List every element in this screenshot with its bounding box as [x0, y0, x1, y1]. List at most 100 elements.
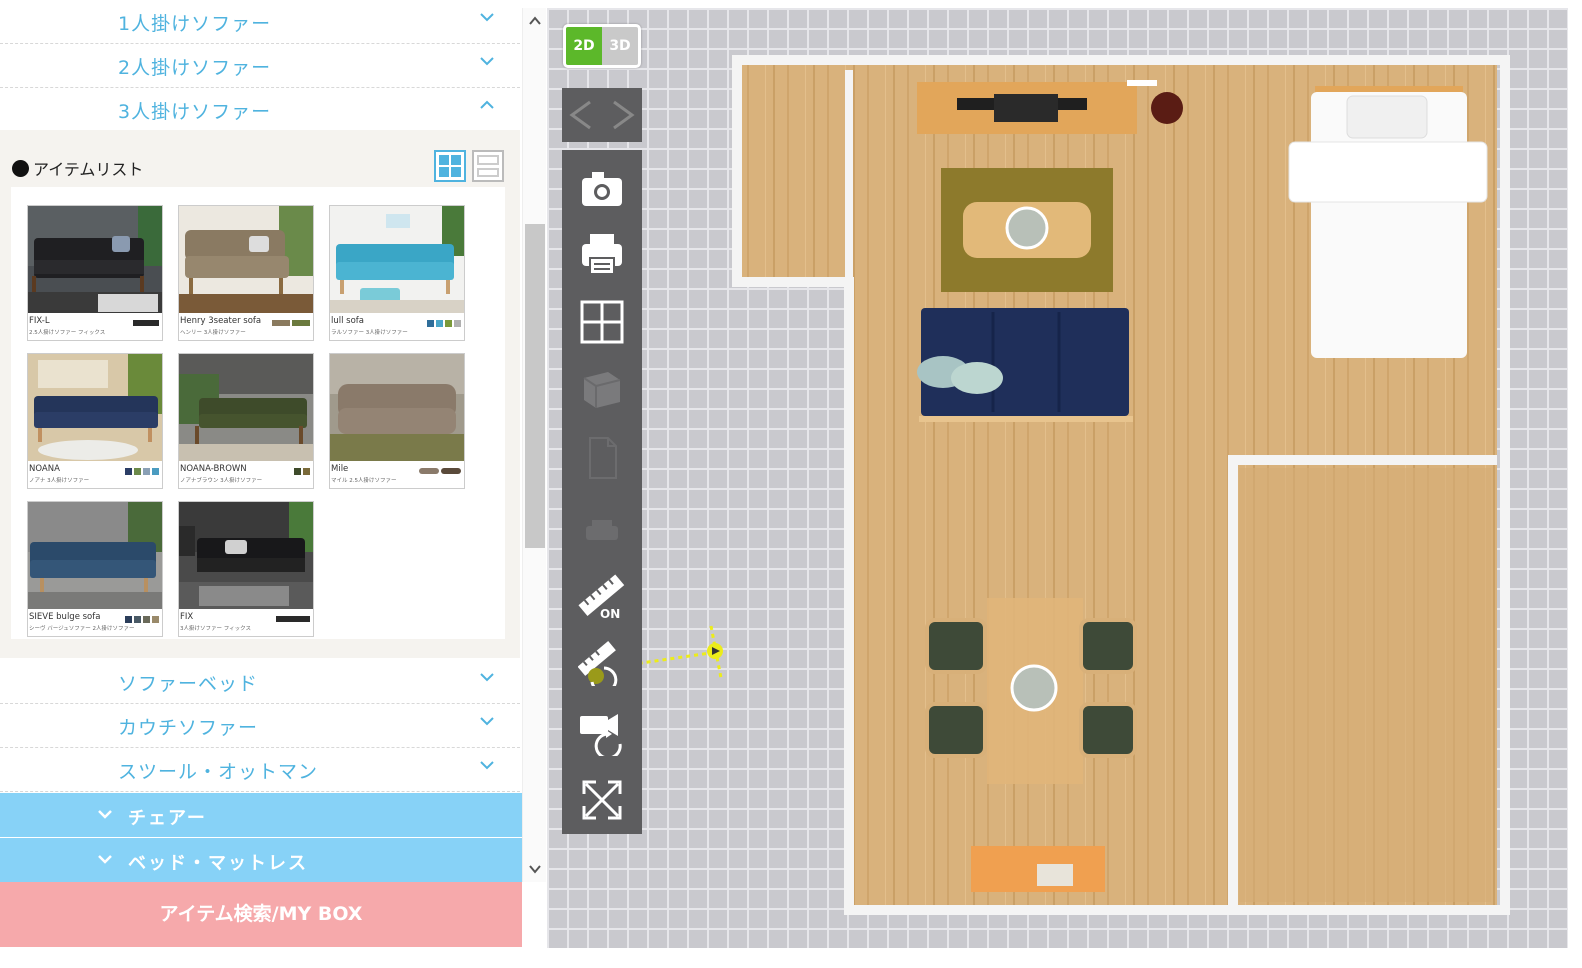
category-2-seater-sofa[interactable]: 2人掛けソファー [0, 44, 520, 88]
item-name: Henry 3seater sofa [180, 316, 262, 326]
2d-view-button[interactable]: 2D [566, 27, 602, 65]
item-subtitle: マイル 2.5人掛けソファー [331, 478, 397, 484]
color-swatches [133, 320, 159, 326]
color-swatches [294, 468, 310, 475]
panel-scrollbar[interactable] [522, 8, 546, 882]
item-name: NOANA-BROWN [180, 464, 247, 474]
view-mode-toggle: 2D 3D [563, 24, 641, 68]
chevron-down-icon [96, 850, 114, 868]
floor-plan [606, 55, 1510, 915]
document-icon [589, 437, 617, 479]
fullscreen-icon [582, 780, 622, 820]
document-button[interactable] [562, 424, 642, 490]
section-bed-mattress[interactable]: ベッド・マットレス [0, 838, 522, 882]
color-swatches [427, 320, 461, 327]
round-stool [1151, 92, 1183, 124]
item-subtitle: シーヴ バージュソファー 2人掛けソファー [29, 626, 135, 632]
dining-chair [925, 618, 987, 674]
item-photo [179, 354, 313, 461]
floor-plan-canvas[interactable] [547, 8, 1568, 948]
item-card[interactable]: NOANA-BROWN ノアナブラウン 3人掛けソファー [178, 353, 314, 489]
item-subtitle: ラルソファー 3人掛けソファー [331, 330, 408, 336]
item-photo [28, 354, 162, 461]
category-sofa-bed[interactable]: ソファーベッド [0, 660, 520, 704]
item-subtitle: ノアナ 3人掛けソファー [29, 478, 90, 484]
item-card[interactable]: Mile マイル 2.5人掛けソファー [329, 353, 465, 489]
print-disabled-button[interactable] [562, 492, 642, 558]
item-list-section: アイテムリスト FIX-L 2.5人掛けソファー フィックス Henry 3se… [0, 130, 520, 658]
print-icon [582, 234, 622, 275]
item-name: FIX [180, 612, 194, 622]
category-label: スツール・オットマン [118, 761, 319, 783]
grid-view-button[interactable] [434, 150, 466, 182]
item-photo [179, 206, 313, 313]
dining-chair [1079, 702, 1137, 758]
chevron-down-icon [478, 8, 496, 26]
item-card[interactable]: lull sofa ラルソファー 3人掛けソファー [329, 205, 465, 341]
ruler-rotate-button[interactable] [562, 628, 642, 694]
tool-palette: ON [562, 150, 642, 834]
item-list-title: アイテムリスト [33, 160, 144, 179]
category-label: カウチソファー [118, 717, 259, 739]
section-chair[interactable]: チェアー [0, 793, 522, 837]
item-name: lull sofa [331, 316, 365, 326]
item-card[interactable]: SIEVE bulge sofa シーヴ バージュソファー 2人掛けソファー [27, 501, 163, 637]
layout-grid-icon [580, 300, 624, 344]
bullet-icon [12, 159, 29, 177]
screenshot-button[interactable] [562, 154, 642, 220]
chevron-down-icon [96, 805, 114, 823]
item-grid: FIX-L 2.5人掛けソファー フィックス Henry 3seater sof… [11, 187, 505, 639]
section-label: ベッド・マットレス [128, 853, 308, 874]
camera-rotate-icon [580, 714, 622, 756]
3d-room-button[interactable] [562, 356, 642, 422]
category-label: 1人掛けソファー [118, 13, 272, 35]
layout-button[interactable] [562, 288, 642, 354]
dining-chair [925, 702, 987, 758]
category-couch-sofa[interactable]: カウチソファー [0, 704, 520, 748]
print-disabled-icon [586, 520, 618, 540]
category-label: 2人掛けソファー [118, 57, 272, 79]
chevron-up-icon [478, 96, 496, 114]
item-name: FIX-L [29, 316, 50, 326]
room-2-floor [1239, 468, 1491, 902]
item-card[interactable]: FIX-L 2.5人掛けソファー フィックス [27, 205, 163, 341]
scroll-down-icon[interactable] [527, 862, 543, 876]
item-photo [28, 502, 162, 609]
item-list-header: アイテムリスト [12, 156, 143, 180]
category-label: 3人掛けソファー [118, 101, 272, 123]
scroll-thumb[interactable] [525, 224, 545, 548]
toolbar-collapse-button[interactable] [562, 88, 642, 142]
item-subtitle: 3人掛けソファー フィックス [180, 626, 251, 632]
ruler-on-icon: ON [578, 574, 625, 620]
svg-text:ON: ON [600, 607, 620, 620]
scroll-up-icon[interactable] [527, 14, 543, 28]
item-subtitle: ヘンリー 3人掛けソファー [180, 330, 246, 336]
print-button[interactable] [562, 220, 642, 286]
ruler-toggle-button[interactable]: ON [562, 562, 642, 628]
category-1-seater-sofa[interactable]: 1人掛けソファー [0, 0, 520, 44]
color-swatches [276, 616, 310, 622]
3d-view-button[interactable]: 3D [602, 27, 638, 65]
item-photo [330, 354, 464, 461]
ruler-rotate-icon [578, 641, 618, 686]
item-photo [179, 502, 313, 609]
item-photo [28, 206, 162, 313]
item-card[interactable]: NOANA ノアナ 3人掛けソファー [27, 353, 163, 489]
dining-chair [1079, 618, 1137, 674]
chevron-down-icon [478, 52, 496, 70]
item-card[interactable]: FIX 3人掛けソファー フィックス [178, 501, 314, 637]
camera-rotate-button[interactable] [562, 698, 642, 764]
item-search-mybox-button[interactable]: アイテム検索/MY BOX [0, 882, 522, 947]
item-subtitle: ノアナブラウン 3人掛けソファー [180, 478, 263, 484]
camera-icon [582, 172, 622, 206]
category-stool-ottoman[interactable]: スツール・オットマン [0, 748, 520, 792]
category-3-seater-sofa[interactable]: 3人掛けソファー [0, 88, 520, 132]
fullscreen-button[interactable] [562, 766, 642, 832]
chevron-down-icon [478, 712, 496, 730]
list-view-button[interactable] [472, 150, 504, 182]
item-name: NOANA [29, 464, 60, 474]
color-swatches [419, 468, 461, 474]
item-card[interactable]: Henry 3seater sofa ヘンリー 3人掛けソファー [178, 205, 314, 341]
item-name: SIEVE bulge sofa [29, 612, 101, 622]
item-name: Mile [331, 464, 349, 474]
